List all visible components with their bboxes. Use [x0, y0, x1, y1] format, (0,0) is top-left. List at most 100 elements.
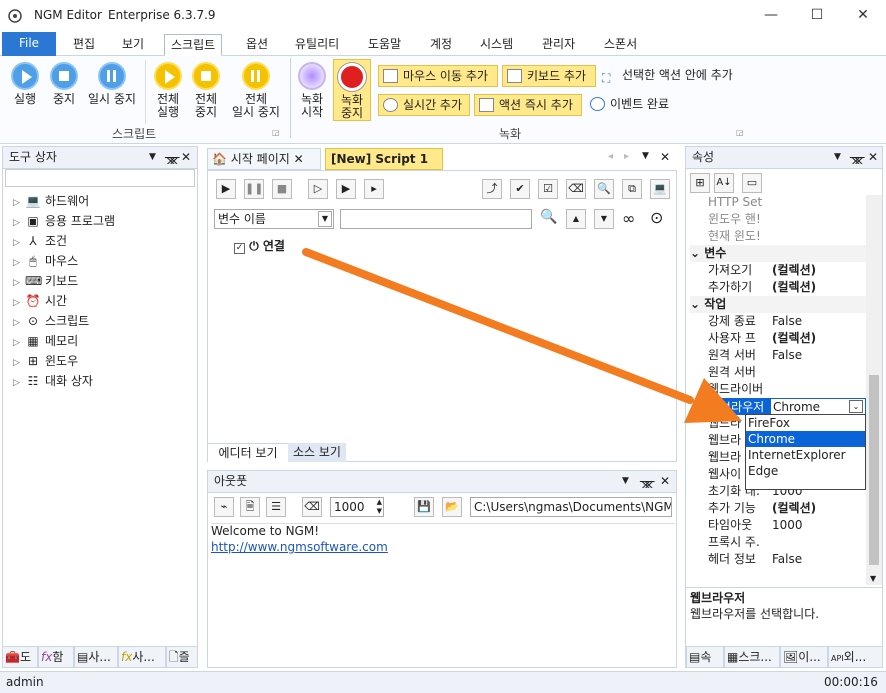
tab-user-func[interactable]: fx사...	[118, 646, 166, 668]
search-icon[interactable]: 🔍	[594, 179, 614, 199]
property-row[interactable]: 현재 윈도!	[708, 228, 866, 245]
menu-edit[interactable]: 편집	[67, 34, 101, 56]
tab-source-view[interactable]: 소스 보기	[288, 443, 346, 462]
sort-az-icon[interactable]: A↓	[714, 173, 734, 193]
dropdown-icon[interactable]: ▼	[622, 471, 629, 491]
output-path-input[interactable]: C:\Users\ngmas\Documents\NGM6\	[470, 497, 672, 517]
step-icon[interactable]: ▶	[336, 179, 356, 199]
move-up-icon[interactable]: ▲	[566, 209, 586, 229]
toolbox-search-input[interactable]	[5, 169, 195, 187]
option-ie[interactable]: InternetExplorer	[746, 447, 865, 463]
tab-toolbox[interactable]: 🧰도	[2, 646, 38, 668]
variable-search-input[interactable]	[340, 209, 532, 229]
chart-icon[interactable]: ⤴	[482, 179, 502, 199]
tab-favorites[interactable]: 🗋즐	[166, 646, 198, 668]
property-value[interactable]	[770, 365, 772, 379]
toolbox-item-dialog[interactable]: ▷ ☷ 대화 상자	[13, 371, 93, 391]
properties-scrollbar[interactable]: ▼	[866, 195, 882, 585]
property-row[interactable]: 강제 종료 False	[708, 313, 866, 330]
menu-view[interactable]: 보기	[116, 34, 150, 56]
pause-all-button[interactable]: 전체 일시 중지	[226, 62, 286, 119]
option-edge[interactable]: Edge	[746, 463, 865, 479]
group-expand-icon[interactable]: ◲	[272, 128, 280, 137]
stop-all-button[interactable]: 전체 중지	[188, 62, 224, 119]
list-icon[interactable]: ☰	[266, 497, 286, 517]
toolbox-item-script[interactable]: ▷ ⊙ 스크립트	[13, 311, 89, 331]
close-icon[interactable]: ✕	[660, 150, 670, 164]
property-row[interactable]: 원격 서버 False	[708, 347, 866, 364]
instant-add-button[interactable]: 액션 즉시 추가	[474, 94, 582, 116]
property-value[interactable]: (컬렉션)	[770, 280, 816, 294]
property-row[interactable]: 프록시 주.	[708, 534, 866, 551]
close-button[interactable]: ✕	[840, 0, 886, 32]
tab-scroll-left-icon[interactable]: ◂	[608, 151, 613, 162]
toolbox-item-memory[interactable]: ▷ ▦ 메모리	[13, 331, 78, 351]
tree-icon[interactable]: ⧉	[622, 179, 642, 199]
property-row[interactable]: 원격 서버	[708, 364, 866, 381]
run-button[interactable]: 실행	[6, 62, 44, 106]
property-row[interactable]: HTTP Set	[708, 194, 866, 211]
pin-icon[interactable]: ᚘ	[850, 147, 864, 167]
infinity-icon[interactable]: ∞	[622, 209, 635, 228]
maximize-button[interactable]: ☐	[794, 0, 840, 32]
check-box-icon[interactable]: ☑	[538, 179, 558, 199]
run-all-button[interactable]: 전체 실행	[150, 62, 186, 119]
property-value[interactable]	[770, 195, 772, 209]
add-keyboard-button[interactable]: 키보드 추가	[502, 65, 596, 87]
menu-utility[interactable]: 유틸리티	[289, 34, 345, 56]
property-value[interactable]: False	[770, 552, 802, 566]
menu-options[interactable]: 옵션	[240, 34, 274, 56]
spinner-icon[interactable]: ▲ ▼	[377, 498, 382, 516]
delete-icon[interactable]: ⌫	[566, 179, 586, 199]
tab-external[interactable]: API외...	[828, 646, 883, 668]
dropdown-icon[interactable]: ▼	[149, 147, 156, 167]
option-chrome[interactable]: Chrome	[746, 431, 865, 447]
step-over-icon[interactable]: ▸	[364, 179, 384, 199]
check-icon[interactable]: ✔	[510, 179, 530, 199]
property-row[interactable]: 추가 기능 (컬렉션)	[708, 500, 866, 517]
pause-button[interactable]: 일시 중지	[84, 62, 140, 106]
property-row[interactable]: 가져오기 (컬렉션)	[708, 262, 866, 279]
record-start-button[interactable]: 녹화 시작	[294, 62, 330, 119]
menu-account[interactable]: 계정	[424, 34, 458, 56]
property-pages-icon[interactable]: ▭	[742, 173, 762, 193]
property-value[interactable]: False	[770, 314, 802, 328]
scroll-down-icon[interactable]: ▼	[870, 574, 876, 583]
property-row[interactable]: 추가하기 (컬렉션)	[708, 279, 866, 296]
variable-select[interactable]: 변수 이름 ▼	[214, 209, 334, 229]
tab-scroll-right-icon[interactable]: ▸	[624, 151, 629, 162]
property-value[interactable]: Chrome	[771, 400, 820, 414]
tab-editor-view[interactable]: 에디터 보기	[208, 443, 288, 462]
eraser-icon[interactable]: ⌫	[302, 497, 322, 517]
tab-start-page[interactable]: 🏠 시작 페이지 ✕	[207, 148, 321, 170]
property-value[interactable]	[770, 382, 772, 396]
toolbox-item-keyboard[interactable]: ▷ ⌨ 키보드	[13, 271, 78, 291]
close-icon[interactable]: ✕	[181, 147, 191, 167]
property-value[interactable]	[770, 535, 772, 549]
property-value[interactable]: (컬렉션)	[770, 263, 816, 277]
menu-system[interactable]: 시스템	[474, 34, 519, 56]
toolbox-item-condition[interactable]: ▷ ⅄ 조건	[13, 231, 67, 251]
script-node-connect[interactable]: ✓ ⏻ 연결	[234, 237, 285, 254]
broom-icon[interactable]: ⌁	[214, 497, 234, 517]
step-play-icon[interactable]: ▷	[308, 179, 328, 199]
tab-script-list[interactable]: ▦스크...	[724, 646, 780, 668]
dropdown-icon[interactable]: ▼	[834, 147, 841, 167]
event-done-button[interactable]: 이벤트 완료	[586, 94, 678, 116]
property-row[interactable]: 사용자 프 (컬렉션)	[708, 330, 866, 347]
pause-icon[interactable]: ❚❚	[244, 179, 264, 199]
close-icon[interactable]: ✕	[868, 147, 878, 167]
property-row[interactable]: 윈도우 핸!	[708, 211, 866, 228]
pin-icon[interactable]: ᚘ	[165, 147, 179, 167]
search-icon[interactable]: 🔍	[540, 209, 557, 225]
menu-help[interactable]: 도움말	[362, 34, 407, 56]
folder-icon[interactable]: 📂	[442, 497, 462, 517]
collapse-icon[interactable]: ⌄	[690, 297, 704, 311]
toolbox-item-window[interactable]: ▷ ⊞ 윈도우	[13, 351, 78, 371]
toolbox-item-time[interactable]: ▷ ⏰ 시간	[13, 291, 67, 311]
save-icon[interactable]: 💾	[414, 497, 434, 517]
checkbox[interactable]: ✓	[234, 243, 245, 254]
option-firefox[interactable]: FireFox	[746, 415, 865, 431]
output-count-spinner[interactable]: 1000 ▲ ▼	[330, 497, 384, 517]
tab-user[interactable]: ▤사...	[74, 646, 118, 668]
